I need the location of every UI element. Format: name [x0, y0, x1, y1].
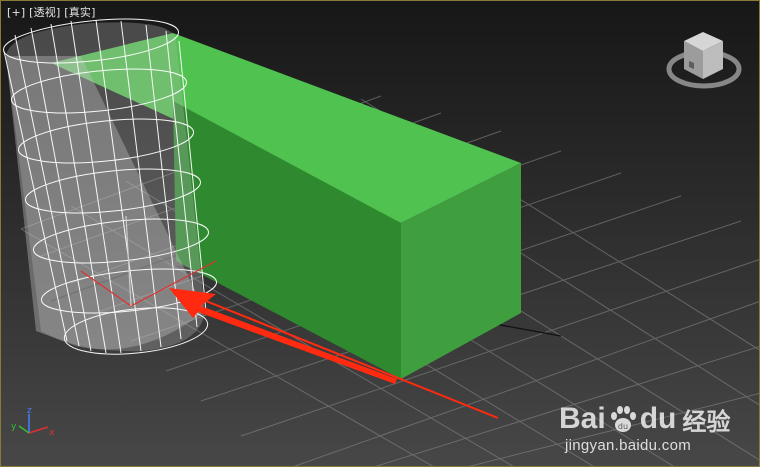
viewport-menu-shading[interactable]: [真实] — [64, 6, 95, 19]
watermark-url: jingyan.baidu.com — [565, 437, 692, 454]
axis-tripod-icon: z x y — [11, 406, 55, 438]
baidu-logo: Bai du du 经验 — [559, 402, 730, 436]
3d-viewport[interactable]: z x y [+] [透视] [真实] Bai du du 经验 jingyan… — [0, 0, 760, 467]
axis-z-label: z — [27, 406, 32, 416]
axis-x-label: x — [49, 428, 55, 438]
baidu-logo-bai: Bai — [559, 402, 606, 435]
viewport-label-menu: [+] [透视] [真实] — [7, 4, 96, 20]
svg-text:du: du — [618, 422, 628, 431]
baidu-jingyan-watermark: Bai du du 经验 jingyan.baidu.com — [559, 402, 749, 456]
axis-y-label: y — [11, 422, 17, 432]
paw-icon: du — [610, 406, 636, 432]
baidu-logo-jingyan: 经验 — [682, 407, 731, 436]
scene-canvas[interactable]: z x y — [1, 1, 760, 467]
viewport-menu-plus[interactable]: [+] — [7, 6, 25, 19]
viewcube-icon[interactable] — [666, 32, 742, 89]
viewport-menu-view[interactable]: [透视] — [29, 6, 60, 19]
baidu-logo-du: du — [639, 402, 677, 435]
